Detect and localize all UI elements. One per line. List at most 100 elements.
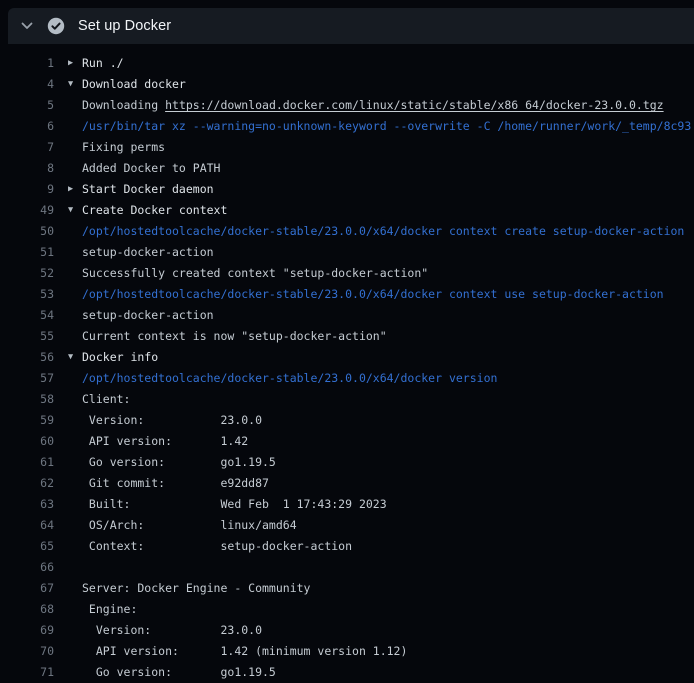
arrow-spacer	[68, 473, 82, 494]
log-text: Version: 23.0.0	[82, 413, 262, 427]
arrow-spacer	[68, 368, 82, 389]
log-command-text: /opt/hostedtoolcache/docker-stable/23.0.…	[82, 371, 497, 385]
line-number[interactable]: 66	[0, 557, 54, 578]
line-number[interactable]: 65	[0, 536, 54, 557]
log-line: 67 Server: Docker Engine - Community	[0, 578, 694, 599]
log-line: 55 Current context is now "setup-docker-a…	[0, 326, 694, 347]
log-content: Downloading https://download.docker.com/…	[82, 95, 664, 116]
arrow-spacer	[68, 326, 82, 347]
line-number[interactable]: 71	[0, 662, 54, 683]
log-content: /opt/hostedtoolcache/docker-stable/23.0.…	[82, 284, 664, 305]
log-text: OS/Arch: linux/amd64	[82, 518, 297, 532]
log-content: Go version: go1.19.5	[82, 452, 276, 473]
arrow-spacer	[68, 578, 82, 599]
group-title[interactable]: Run ./	[82, 56, 124, 70]
log-line: 6/usr/bin/tar xz --warning=no-unknown-ke…	[0, 116, 694, 137]
line-number[interactable]: 68	[0, 599, 54, 620]
log-text: Fixing perms	[82, 140, 165, 154]
log-content: Successfully created context "setup-dock…	[82, 263, 428, 284]
log-line: 64 OS/Arch: linux/amd64	[0, 515, 694, 536]
line-number[interactable]: 69	[0, 620, 54, 641]
line-number[interactable]: 52	[0, 263, 54, 284]
log-viewer: 1▶Run ./4▼Download docker5Downloading ht…	[0, 44, 694, 683]
group-title[interactable]: Start Docker daemon	[82, 182, 214, 196]
arrow-spacer	[68, 263, 82, 284]
line-number[interactable]: 70	[0, 641, 54, 662]
log-content: Context: setup-docker-action	[82, 536, 352, 557]
line-number[interactable]: 7	[0, 137, 54, 158]
arrow-spacer	[68, 641, 82, 662]
arrow-spacer	[68, 389, 82, 410]
log-content: Version: 23.0.0	[82, 620, 262, 641]
line-number[interactable]: 57	[0, 368, 54, 389]
line-number[interactable]: 5	[0, 95, 54, 116]
log-content: /opt/hostedtoolcache/docker-stable/23.0.…	[82, 221, 684, 242]
log-content: Engine:	[82, 599, 137, 620]
arrow-spacer	[68, 158, 82, 179]
line-number[interactable]: 49	[0, 200, 54, 221]
line-number[interactable]: 56	[0, 347, 54, 368]
group-title[interactable]: Docker info	[82, 350, 158, 364]
arrow-spacer	[68, 494, 82, 515]
line-number[interactable]: 60	[0, 431, 54, 452]
arrow-spacer	[68, 557, 82, 578]
log-content: Go version: go1.19.5	[82, 662, 276, 683]
log-text: Version: 23.0.0	[82, 623, 262, 637]
line-number[interactable]: 55	[0, 326, 54, 347]
line-number[interactable]: 8	[0, 158, 54, 179]
group-toggle-icon[interactable]: ▼	[68, 200, 82, 221]
group-toggle-icon[interactable]: ▶	[68, 53, 82, 74]
line-number[interactable]: 1	[0, 53, 54, 74]
log-line: 54 setup-docker-action	[0, 305, 694, 326]
line-number[interactable]: 63	[0, 494, 54, 515]
arrow-spacer	[68, 95, 82, 116]
line-number[interactable]: 50	[0, 221, 54, 242]
line-number[interactable]: 51	[0, 242, 54, 263]
log-text: Successfully created context "setup-dock…	[82, 266, 428, 280]
line-number[interactable]: 64	[0, 515, 54, 536]
log-content: Server: Docker Engine - Community	[82, 578, 310, 599]
log-line: 5 Downloading https://download.docker.com…	[0, 95, 694, 116]
group-title[interactable]: Download docker	[82, 77, 186, 91]
arrow-spacer	[68, 221, 82, 242]
log-line: 69 Version: 23.0.0	[0, 620, 694, 641]
arrow-spacer	[68, 599, 82, 620]
line-number[interactable]: 54	[0, 305, 54, 326]
log-text: setup-docker-action	[82, 308, 214, 322]
line-number[interactable]: 9	[0, 179, 54, 200]
log-text: Go version: go1.19.5	[82, 665, 276, 679]
log-line: 58Client:	[0, 389, 694, 410]
group-toggle-icon[interactable]: ▼	[68, 74, 82, 95]
group-toggle-icon[interactable]: ▼	[68, 347, 82, 368]
arrow-spacer	[68, 662, 82, 683]
log-line: 57/opt/hostedtoolcache/docker-stable/23.…	[0, 368, 694, 389]
arrow-spacer	[68, 305, 82, 326]
log-content: Built: Wed Feb 1 17:43:29 2023	[82, 494, 387, 515]
line-number[interactable]: 53	[0, 284, 54, 305]
group-toggle-icon[interactable]: ▶	[68, 179, 82, 200]
log-content: Start Docker daemon	[82, 179, 214, 200]
line-number[interactable]: 61	[0, 452, 54, 473]
line-number[interactable]: 67	[0, 578, 54, 599]
line-number[interactable]: 62	[0, 473, 54, 494]
chevron-down-icon[interactable]	[20, 19, 34, 33]
arrow-spacer	[68, 116, 82, 137]
log-line: 7 Fixing perms	[0, 137, 694, 158]
group-title[interactable]: Create Docker context	[82, 203, 227, 217]
line-number[interactable]: 58	[0, 389, 54, 410]
log-text: API version: 1.42 (minimum version 1.12)	[82, 644, 407, 658]
step-header[interactable]: Set up Docker	[8, 8, 694, 44]
log-content: Added Docker to PATH	[82, 158, 220, 179]
log-line: 8 Added Docker to PATH	[0, 158, 694, 179]
line-number[interactable]: 59	[0, 410, 54, 431]
log-line: 50/opt/hostedtoolcache/docker-stable/23.…	[0, 221, 694, 242]
log-line: 49 ▼Create Docker context	[0, 200, 694, 221]
log-text: Current context is now "setup-docker-act…	[82, 329, 387, 343]
log-line: 59 Version: 23.0.0	[0, 410, 694, 431]
log-line: 1 ▶Run ./	[0, 53, 694, 74]
arrow-spacer	[68, 242, 82, 263]
line-number[interactable]: 4	[0, 74, 54, 95]
log-line: 9 ▶Start Docker daemon	[0, 179, 694, 200]
line-number[interactable]: 6	[0, 116, 54, 137]
log-link[interactable]: https://download.docker.com/linux/static…	[165, 98, 664, 112]
